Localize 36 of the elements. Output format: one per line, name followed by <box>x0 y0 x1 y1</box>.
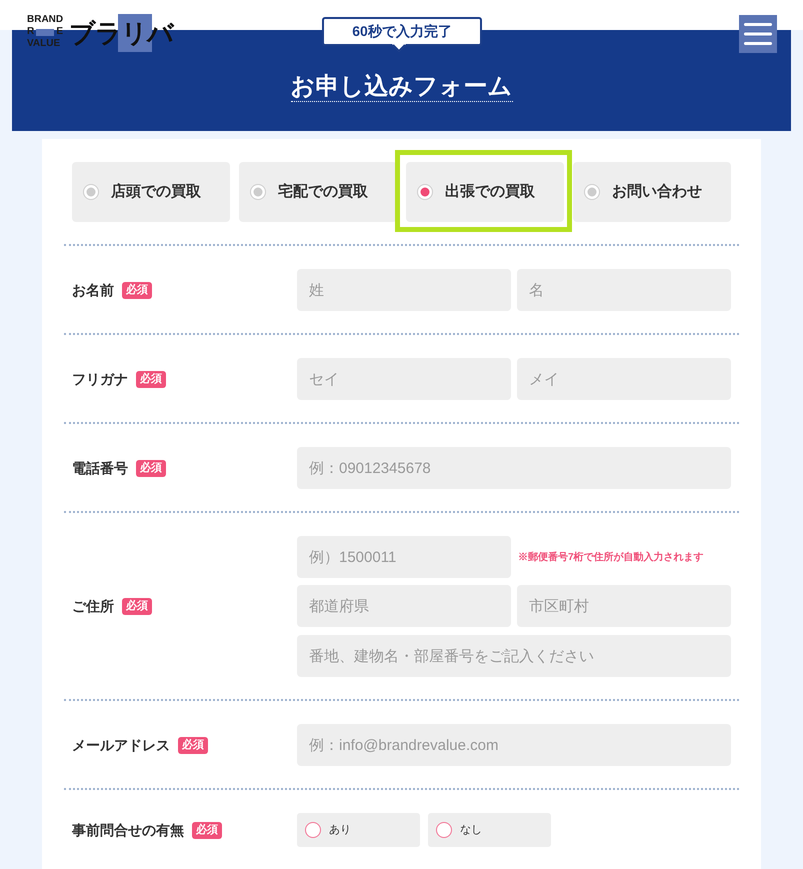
field-label: 事前問合せの有無 <box>72 820 184 840</box>
hint-text: ※郵便番号7桁で住所が自動入力されます <box>518 550 704 564</box>
text-field[interactable]: 例）1500011 <box>297 536 511 578</box>
field-label: メールアドレス <box>72 736 170 754</box>
option-tab[interactable]: 店頭での買取 <box>72 162 230 222</box>
field-label: ご住所 <box>72 597 114 616</box>
text-field[interactable]: 例：09012345678 <box>297 447 731 489</box>
required-badge: 必須 <box>136 460 166 476</box>
menu-button[interactable] <box>739 15 777 53</box>
text-field[interactable]: 名 <box>517 269 731 311</box>
field-label: フリガナ <box>72 370 128 388</box>
menu-icon <box>744 23 772 45</box>
logo-text: BRAND <box>27 14 63 26</box>
text-field[interactable]: 姓 <box>297 269 511 311</box>
option-tab[interactable]: 宅配での買取 <box>239 162 397 222</box>
required-badge: 必須 <box>136 370 166 388</box>
radio-option[interactable]: あり <box>297 813 420 847</box>
option-tab[interactable]: お問い合わせ <box>573 162 731 222</box>
field-label: お名前 <box>72 280 114 300</box>
text-field[interactable]: セイ <box>297 358 511 400</box>
required-badge: 必須 <box>178 736 208 754</box>
text-field[interactable]: 番地、建物名・部屋番号をご記入ください <box>297 635 731 677</box>
text-field[interactable]: 都道府県 <box>297 585 511 627</box>
speech-bubble: 60秒で入力完了 <box>322 17 482 46</box>
required-badge: 必須 <box>192 822 222 838</box>
logo-text: VALUE <box>27 38 62 50</box>
field-label: 電話番号 <box>72 458 128 478</box>
text-field[interactable]: 例：info@brandrevalue.com <box>297 724 731 766</box>
radio-option[interactable]: なし <box>428 813 551 847</box>
text-field[interactable]: 市区町村 <box>517 585 731 627</box>
bubble-tail-icon <box>392 44 406 52</box>
option-tab[interactable]: 出張での買取 <box>406 162 564 222</box>
text-field[interactable]: メイ <box>517 358 731 400</box>
required-badge: 必須 <box>122 282 152 298</box>
page-title: お申し込みフォーム <box>290 71 512 102</box>
required-badge: 必須 <box>122 598 152 615</box>
